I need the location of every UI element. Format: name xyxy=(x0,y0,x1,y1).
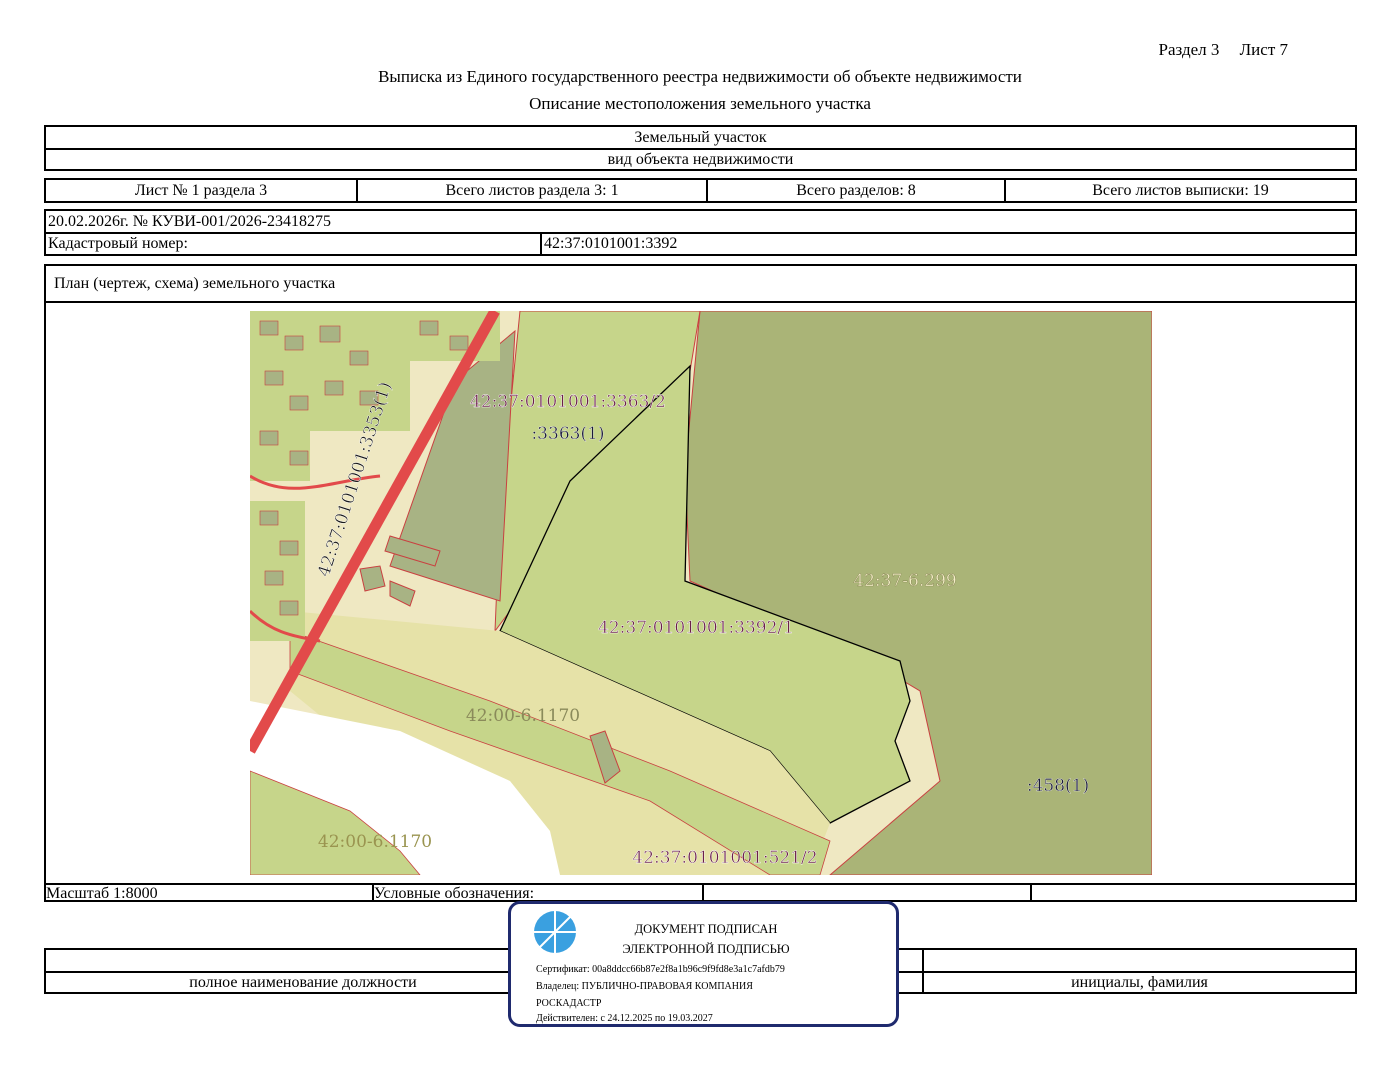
map-svg: 42:37:0101001:3363/2 :3363(1) 42:37-6.29… xyxy=(250,311,1152,875)
scale-label: Масштаб 1:8000 xyxy=(46,884,158,902)
stamp-line-1: ДОКУМЕНТ ПОДПИСАН xyxy=(634,922,778,936)
document-title: Выписка из Единого государственного реес… xyxy=(378,67,1022,86)
label-zone-6-1170-b: 42:00-6.1170 xyxy=(318,832,432,852)
stamp-owner-1: Владелец: ПУБЛИЧНО-ПРАВОВАЯ КОМПАНИЯ xyxy=(536,981,753,992)
stamp-certificate: Сертификат: 00a8ddcc66b87e2f8a1b96c9f9fd… xyxy=(536,964,785,975)
record-info: 20.02.2026г. № КУВИ-001/2026-23418275 Ка… xyxy=(44,209,1357,256)
cadastral-number: 42:37:0101001:3392 xyxy=(540,234,677,254)
position-caption: полное наименование должности xyxy=(189,973,417,991)
label-parcel-458: :458(1) xyxy=(1027,776,1089,796)
label-parcel-3363-1: :3363(1) xyxy=(531,424,604,444)
legend-label: Условные обозначения: xyxy=(372,885,702,902)
object-type-box: Земельный участок вид объекта недвижимос… xyxy=(44,125,1357,171)
object-type: Земельный участок xyxy=(634,128,767,146)
total-sections: Всего разделов: 8 xyxy=(706,180,1004,201)
label-zone-6299: 42:37-6.299 xyxy=(853,571,956,591)
stamp-owner-2: РОСКАДАСТР xyxy=(536,998,602,1009)
label-zone-6-1170-a: 42:00-6.1170 xyxy=(466,706,580,726)
sheet-number: Лист № 1 раздела 3 xyxy=(134,181,268,199)
object-type-caption: вид объекта недвижимости xyxy=(607,150,794,168)
sheet-counters: Лист № 1 раздела 3 Всего листов раздела … xyxy=(44,178,1357,203)
sheet-label: Лист 7 xyxy=(1239,40,1288,59)
cadastral-label: Кадастровый номер: xyxy=(48,235,188,252)
document-subtitle: Описание местоположения земельного участ… xyxy=(529,94,871,113)
initials-value-cell xyxy=(922,950,1355,971)
record-date-number: 20.02.2026г. № КУВИ-001/2026-23418275 xyxy=(48,212,332,230)
total-section-sheets: Всего листов раздела 3: 1 xyxy=(356,180,706,201)
stamp-validity: Действителен: с 24.12.2025 по 19.03.2027 xyxy=(536,1013,713,1024)
label-parcel-3392-1: 42:37:0101001:3392/1 xyxy=(598,618,794,638)
cadastral-map: 42:37:0101001:3363/2 :3363(1) 42:37-6.29… xyxy=(250,311,1152,875)
e-signature-stamp: ДОКУМЕНТ ПОДПИСАН ЭЛЕКТРОННОЙ ПОДПИСЬЮ С… xyxy=(508,901,899,1027)
initials-caption: инициалы, фамилия xyxy=(922,973,1355,992)
stamp-line-2: ЭЛЕКТРОННОЙ ПОДПИСЬЮ xyxy=(622,942,790,956)
section-sheet-indicator: Раздел 3 Лист 7 xyxy=(1159,40,1288,60)
small-parcel-3 xyxy=(359,565,386,592)
total-extract-sheets: Всего листов выписки: 19 xyxy=(1004,180,1355,201)
legend-cell-1 xyxy=(702,885,1030,902)
legend-cell-2 xyxy=(1030,885,1355,902)
label-parcel-3363-2: 42:37:0101001:3363/2 xyxy=(470,392,666,412)
section-label: Раздел 3 xyxy=(1158,40,1220,59)
label-parcel-521-2: 42:37:0101001:521/2 xyxy=(632,848,817,868)
plan-title: План (чертеж, схема) земельного участка xyxy=(54,274,336,292)
